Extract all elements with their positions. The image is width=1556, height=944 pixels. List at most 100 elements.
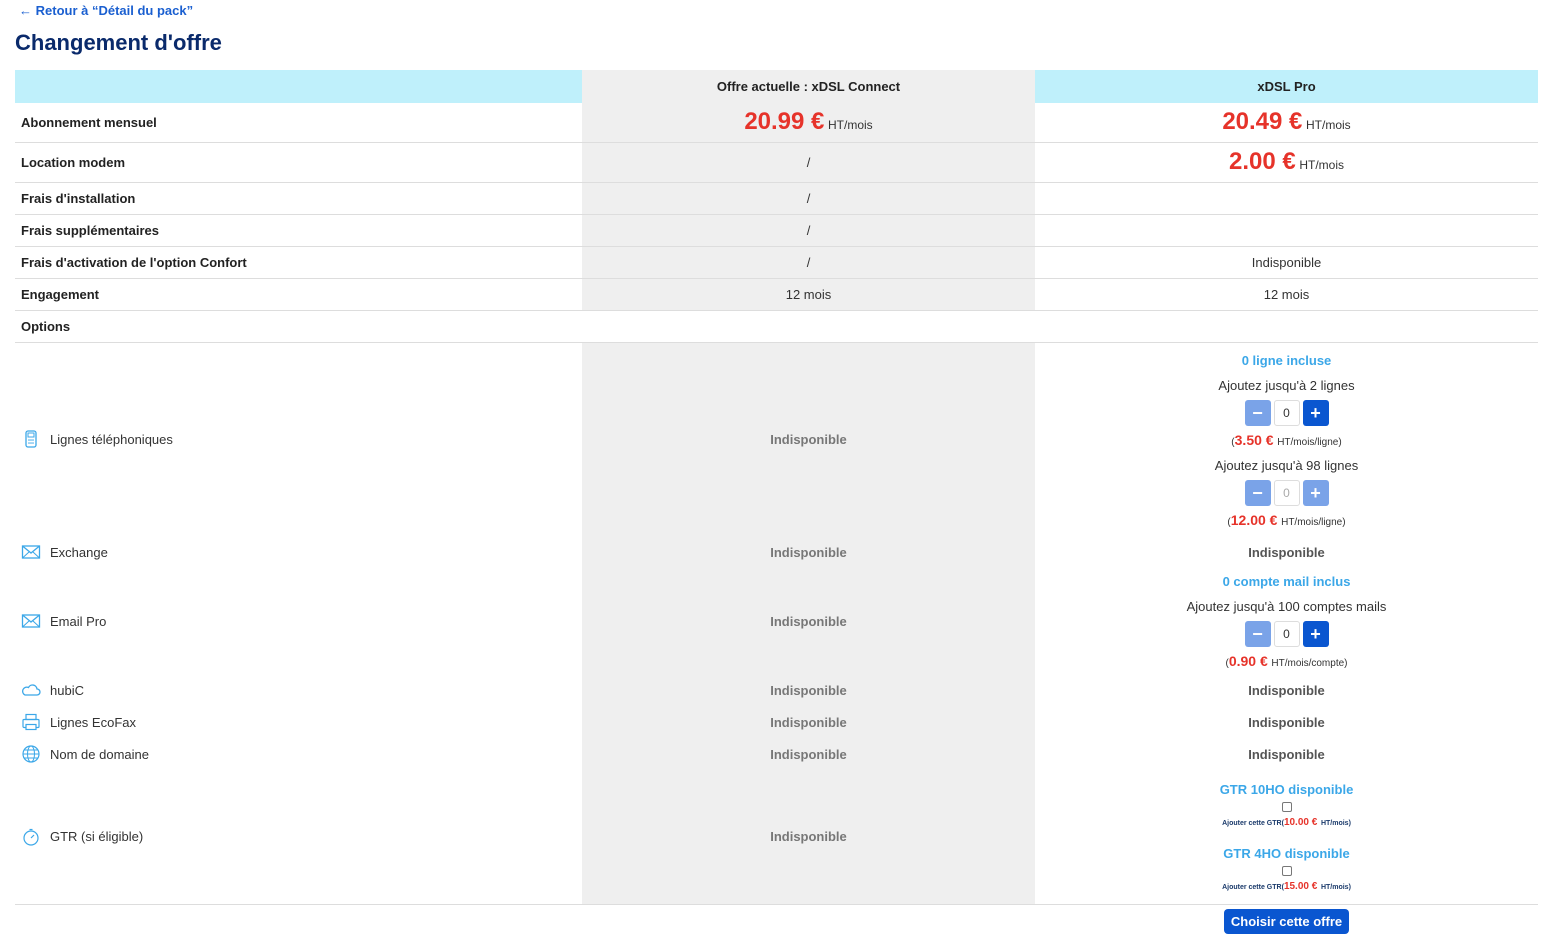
- back-link-label: Retour à “Détail du pack”: [35, 3, 194, 18]
- row-label-install: Frais d'installation: [15, 182, 582, 215]
- options-spacer: [582, 310, 1035, 343]
- phone-stepper-2-plus-button[interactable]: +: [1302, 479, 1329, 506]
- actions-row: Choisir cette offre: [15, 904, 1538, 934]
- new-domain: Indisponible: [1248, 746, 1325, 762]
- current-phone: Indisponible: [582, 342, 1035, 536]
- table-row: Frais d'activation de l'option Confort /…: [15, 246, 1538, 279]
- row-label-options: Options: [15, 310, 582, 343]
- gtr10-add-line: Ajouter cette GTR(10.00 € HT/mois): [1222, 816, 1351, 828]
- new-phone-cell: 0 ligne incluse Ajoutez jusqu'à 2 lignes…: [1035, 342, 1538, 536]
- gtr10-checkbox[interactable]: [1281, 801, 1292, 812]
- option-label-cell: Lignes téléphoniques: [15, 342, 582, 536]
- current-install: /: [582, 182, 1035, 215]
- option-label-cell: Email Pro: [15, 568, 582, 674]
- new-extra: [1035, 214, 1538, 247]
- phone-stepper-2: − 0 +: [1244, 479, 1329, 506]
- new-engagement: 12 mois: [1035, 278, 1538, 311]
- option-label: GTR (si éligible): [50, 829, 144, 845]
- phone-price2-line: (12.00 € HT/mois/ligne): [1227, 511, 1346, 528]
- new-hubic: Indisponible: [1248, 682, 1325, 698]
- emailpro-stepper-plus-button[interactable]: +: [1302, 620, 1329, 647]
- row-label-modem: Location modem: [15, 142, 582, 183]
- new-emailpro-cell: 0 compte mail inclus Ajoutez jusqu'à 100…: [1035, 568, 1538, 674]
- table-header-row: Offre actuelle : xDSL Connect xDSL Pro: [15, 70, 1538, 103]
- gtr4-add-line: Ajouter cette GTR(15.00 € HT/mois): [1222, 880, 1351, 892]
- new-exchange: Indisponible: [1248, 544, 1325, 560]
- choose-offer-button[interactable]: Choisir cette offre: [1223, 908, 1350, 934]
- option-row-phone: Lignes téléphoniques Indisponible 0 lign…: [15, 342, 1538, 536]
- current-emailpro: Indisponible: [582, 568, 1035, 674]
- globe-icon: [22, 745, 40, 763]
- table-row: Engagement 12 mois 12 mois: [15, 278, 1538, 311]
- new-monthly-price: 20.49 €: [1222, 108, 1303, 136]
- emailpro-stepper: − 0 +: [1244, 620, 1329, 647]
- phone-stepper-1: − 0 +: [1244, 399, 1329, 426]
- phone-stepper-1-input[interactable]: 0: [1273, 399, 1300, 426]
- option-row-domain: Nom de domaine Indisponible Indisponible: [15, 738, 1538, 770]
- table-row: Options: [15, 310, 1538, 343]
- phone-icon: [25, 430, 37, 448]
- current-phone-status: Indisponible: [770, 431, 847, 447]
- cloud-icon: [21, 684, 41, 696]
- row-label-extra: Frais supplémentaires: [15, 214, 582, 247]
- current-extra: /: [582, 214, 1035, 247]
- emailpro-stepper-minus-button[interactable]: −: [1244, 620, 1271, 647]
- current-monthly-price: 20.99 €: [744, 108, 825, 136]
- emailpro-add-text: Ajoutez jusqu'à 100 comptes mails: [1186, 598, 1387, 614]
- option-label: hubiC: [50, 682, 84, 698]
- current-ecofax: Indisponible: [582, 706, 1035, 738]
- emailpro-stepper-input[interactable]: 0: [1273, 620, 1300, 647]
- phone-add2-text: Ajoutez jusqu'à 98 lignes: [1214, 457, 1359, 473]
- option-label-cell: hubiC: [15, 674, 582, 706]
- emailpro-price-line: (0.90 € HT/mois/compte): [1225, 652, 1348, 669]
- option-label-cell: Lignes EcoFax: [15, 706, 582, 738]
- gtr10-title: GTR 10HO disponible: [1219, 781, 1354, 797]
- table-row: Frais supplémentaires /: [15, 214, 1538, 247]
- emailpro-price: 0.90 €: [1228, 652, 1268, 669]
- row-label-engagement: Engagement: [15, 278, 582, 311]
- page-title: Changement d'offre: [15, 30, 222, 55]
- new-install: [1035, 182, 1538, 215]
- option-label-cell: Exchange: [15, 536, 582, 568]
- header-label-cell: [15, 70, 582, 103]
- current-monthly-unit: HT/mois: [828, 118, 873, 133]
- option-label-cell: GTR (si éligible): [15, 770, 582, 904]
- offer-comparison-table: Offre actuelle : xDSL Connect xDSL Pro A…: [15, 70, 1538, 934]
- phone-stepper-1-plus-button[interactable]: +: [1302, 399, 1329, 426]
- option-row-exchange: Exchange Indisponible Indisponible: [15, 536, 1538, 568]
- current-domain: Indisponible: [582, 738, 1035, 770]
- option-row-gtr: GTR (si éligible) Indisponible GTR 10HO …: [15, 770, 1538, 904]
- phone-included: 0 ligne incluse: [1241, 352, 1332, 368]
- phone-price1-line: (3.50 € HT/mois/ligne): [1231, 431, 1342, 448]
- current-hubic: Indisponible: [582, 674, 1035, 706]
- gtr4-checkbox[interactable]: [1281, 865, 1292, 876]
- gtr4-price: 15.00 €: [1283, 880, 1318, 892]
- header-current-offer: Offre actuelle : xDSL Connect: [582, 70, 1035, 103]
- gtr4-title: GTR 4HO disponible: [1223, 845, 1350, 861]
- clock-icon: [23, 828, 39, 846]
- phone-stepper-2-minus-button[interactable]: −: [1244, 479, 1271, 506]
- current-engagement: 12 mois: [582, 278, 1035, 311]
- gtr10-price: 10.00 €: [1283, 816, 1318, 828]
- current-exchange: Indisponible: [582, 536, 1035, 568]
- mail-icon: [21, 614, 41, 628]
- current-confort: /: [582, 246, 1035, 279]
- phone-stepper-1-minus-button[interactable]: −: [1244, 399, 1271, 426]
- header-new-offer: xDSL Pro: [1035, 70, 1538, 103]
- emailpro-unit: HT/mois/compte: [1271, 657, 1345, 669]
- back-link[interactable]: ← Retour à “Détail du pack”: [19, 3, 193, 18]
- current-gtr: Indisponible: [582, 770, 1035, 904]
- mail-icon: [21, 545, 41, 559]
- option-row-emailpro: Email Pro Indisponible 0 compte mail inc…: [15, 568, 1538, 674]
- option-label: Nom de domaine: [50, 746, 149, 762]
- option-label-cell: Nom de domaine: [15, 738, 582, 770]
- phone-stepper-2-input[interactable]: 0: [1273, 479, 1300, 506]
- row-label-monthly: Abonnement mensuel: [15, 103, 582, 143]
- phone-price1: 3.50 €: [1234, 431, 1274, 448]
- new-modem-cell: 2.00 € HT/mois: [1035, 142, 1538, 183]
- new-confort: Indisponible: [1035, 246, 1538, 279]
- table-row: Location modem / 2.00 € HT/mois: [15, 142, 1538, 183]
- choose-cell: Choisir cette offre: [1035, 904, 1538, 934]
- table-row: Frais d'installation /: [15, 182, 1538, 215]
- option-label: Exchange: [50, 544, 108, 560]
